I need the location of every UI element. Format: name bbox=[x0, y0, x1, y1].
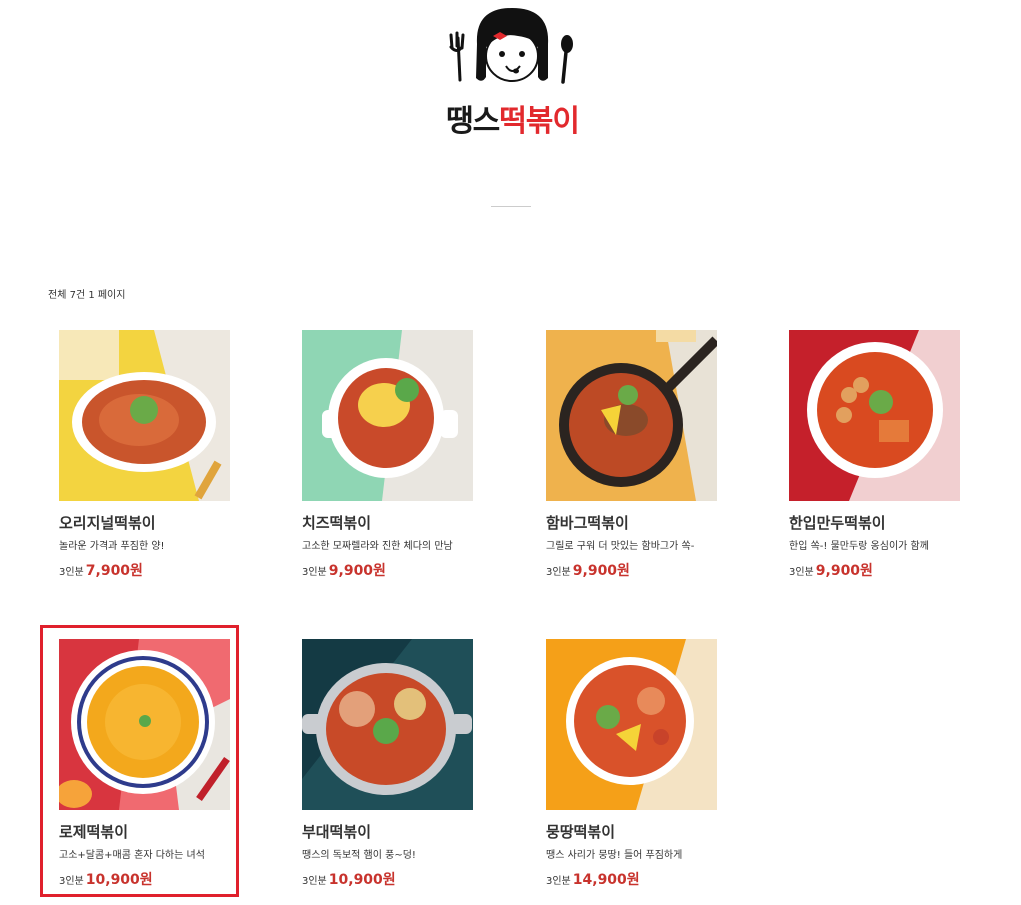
selected-product-highlight bbox=[40, 625, 239, 897]
product-price-row: 3인분 7,900원 bbox=[59, 560, 143, 580]
product-name[interactable]: 뭉땅떡볶이 bbox=[546, 821, 615, 842]
product-card[interactable]: 부대떡볶이 땡스의 독보적 햄이 풍~덩! 3인분 10,900원 bbox=[302, 639, 502, 888]
list-count-text: 전체 7건 1 페이지 bbox=[48, 290, 126, 301]
logo-wordmark-part2: 떡볶이 bbox=[499, 104, 580, 139]
logo-mascot bbox=[449, 8, 573, 84]
product-image[interactable] bbox=[302, 639, 473, 810]
product-card[interactable]: 치즈떡볶이 고소한 모짜렐라와 진한 체다의 만남 3인분 9,900원 bbox=[302, 330, 502, 579]
product-unit: 3인분 bbox=[59, 567, 84, 578]
product-unit: 3인분 bbox=[302, 876, 327, 887]
logo-wordmark: 땡스떡볶이 bbox=[430, 96, 595, 140]
product-unit: 3인분 bbox=[546, 876, 571, 887]
product-image[interactable] bbox=[546, 639, 717, 810]
product-description: 땡스의 독보적 햄이 풍~덩! bbox=[302, 850, 416, 861]
brand-logo[interactable]: 땡스떡볶이 bbox=[430, 2, 595, 152]
product-price-row: 3인분 10,900원 bbox=[302, 869, 396, 889]
product-image[interactable] bbox=[546, 330, 717, 501]
product-card[interactable]: 뭉땅떡볶이 땡스 사리가 뭉땅! 들어 푸짐하게 3인분 14,900원 bbox=[546, 639, 746, 888]
product-card[interactable]: 함바그떡볶이 그릴로 구워 더 맛있는 함바그가 쏙- 3인분 9,900원 bbox=[546, 330, 746, 579]
header-divider bbox=[491, 206, 531, 207]
product-card[interactable]: 오리지널떡볶이 놀라운 가격과 푸짐한 양! 3인분 7,900원 bbox=[59, 330, 259, 579]
product-description: 고소한 모짜렐라와 진한 체다의 만남 bbox=[302, 541, 453, 552]
product-description: 한입 쏙-! 물만두랑 옹심이가 함께 bbox=[789, 541, 929, 552]
product-image[interactable] bbox=[302, 330, 473, 501]
product-image[interactable] bbox=[59, 330, 230, 501]
product-name[interactable]: 한입만두떡볶이 bbox=[789, 512, 886, 533]
product-description: 그릴로 구워 더 맛있는 함바그가 쏙- bbox=[546, 541, 695, 552]
product-price: 9,900원 bbox=[572, 563, 630, 579]
product-name[interactable]: 치즈떡볶이 bbox=[302, 512, 371, 533]
product-unit: 3인분 bbox=[789, 567, 814, 578]
product-description: 땡스 사리가 뭉땅! 들어 푸짐하게 bbox=[546, 850, 683, 861]
product-price-row: 3인분 9,900원 bbox=[789, 560, 873, 580]
product-price-row: 3인분 9,900원 bbox=[302, 560, 386, 580]
product-description: 놀라운 가격과 푸짐한 양! bbox=[59, 541, 165, 552]
logo-wordmark-part1: 땡스 bbox=[445, 104, 500, 139]
product-price: 7,900원 bbox=[85, 563, 143, 579]
product-image[interactable] bbox=[789, 330, 960, 501]
product-name[interactable]: 부대떡볶이 bbox=[302, 821, 371, 842]
product-price-row: 3인분 9,900원 bbox=[546, 560, 630, 580]
product-price-row: 3인분 14,900원 bbox=[546, 869, 640, 889]
product-unit: 3인분 bbox=[302, 567, 327, 578]
product-unit: 3인분 bbox=[546, 567, 571, 578]
product-name[interactable]: 오리지널떡볶이 bbox=[59, 512, 156, 533]
product-price: 9,900원 bbox=[815, 563, 873, 579]
product-card[interactable]: 한입만두떡볶이 한입 쏙-! 물만두랑 옹심이가 함께 3인분 9,900원 bbox=[789, 330, 989, 579]
product-price: 10,900원 bbox=[328, 872, 396, 888]
product-price: 14,900원 bbox=[572, 872, 640, 888]
product-name[interactable]: 함바그떡볶이 bbox=[546, 512, 629, 533]
product-price: 9,900원 bbox=[328, 563, 386, 579]
